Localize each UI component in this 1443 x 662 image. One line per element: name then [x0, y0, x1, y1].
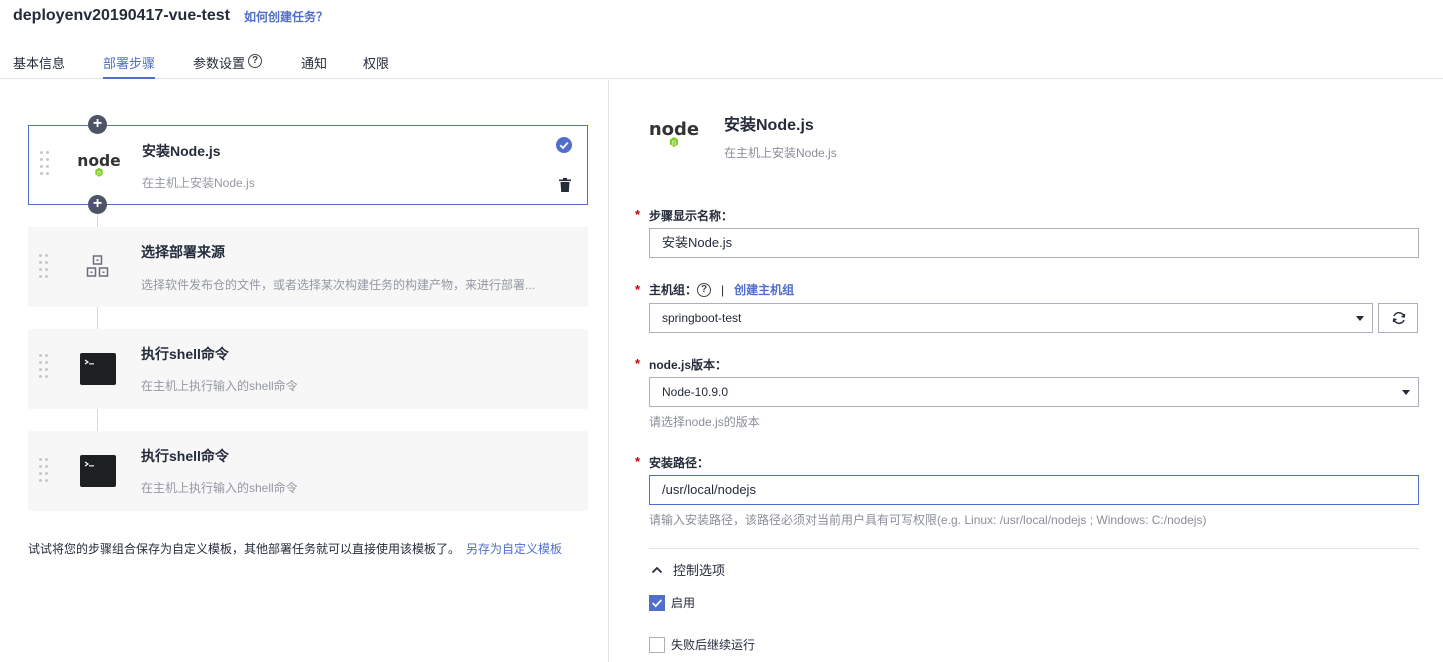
trash-icon[interactable]: [559, 178, 571, 192]
step-title: 选择部署来源: [141, 244, 225, 260]
terminal-icon: [80, 353, 116, 385]
control-options-toggle[interactable]: 控制选项: [651, 560, 725, 579]
control-options-label: 控制选项: [673, 563, 726, 578]
add-step-before-button[interactable]: +: [88, 115, 107, 134]
detail-desc: 在主机上安装Node.js: [724, 146, 837, 160]
host-group-label-row: 主机组： ? | 创建主机组: [649, 281, 794, 298]
tab-label: 权限: [363, 56, 390, 71]
tab-parameters[interactable]: 参数设置?: [193, 53, 263, 79]
tab-deploy-steps[interactable]: 部署步骤: [103, 53, 156, 79]
step-desc: 在主机上安装Node.js: [142, 176, 255, 190]
check-circle-icon: [556, 137, 572, 153]
svg-text:JS: JS: [671, 140, 677, 146]
step-desc: 在主机上执行输入的shell命令: [141, 481, 298, 495]
title-row: deployenv20190417-vue-test 如何创建任务？: [13, 6, 328, 26]
continue-on-fail-row[interactable]: 失败后继续运行: [649, 636, 755, 653]
step-card-select-source[interactable]: 选择部署来源 选择软件发布仓的文件，或者选择某次构建任务的构建产物，来进行部署.…: [28, 227, 588, 307]
install-path-input[interactable]: /usr/local/nodejs: [649, 475, 1419, 505]
node-version-value: Node-10.9.0: [662, 385, 729, 399]
nodejs-logo-text: node: [649, 119, 699, 140]
tab-notification[interactable]: 通知: [301, 53, 327, 79]
enable-checkbox-row[interactable]: 启用: [649, 594, 695, 611]
detail-title: 安装Node.js: [724, 117, 814, 134]
refresh-icon: [1392, 311, 1406, 325]
host-group-select[interactable]: springboot-test: [649, 303, 1373, 333]
tab-label: 通知: [301, 56, 328, 71]
tab-permissions[interactable]: 权限: [363, 53, 389, 79]
tab-basic-info[interactable]: 基本信息: [13, 53, 65, 79]
tab-bar: 基本信息 部署步骤 参数设置? 通知 权限: [0, 50, 1443, 79]
install-path-hint: 请输入安装路径，该路径必须对当前用户具有可写权限(e.g. Linux: /us…: [649, 513, 1207, 527]
drag-handle-icon[interactable]: [39, 354, 51, 384]
nodejs-logo-icon: node JS: [77, 152, 121, 177]
step-title: 安装Node.js: [142, 143, 221, 159]
template-tip-text: 试试将您的步骤组合保存为自定义模板，其他部署任务就可以直接使用该模板了。: [28, 542, 461, 556]
drag-handle-icon[interactable]: [39, 254, 51, 284]
right-panel-scrollbar[interactable]: [1438, 80, 1443, 662]
save-as-template-link[interactable]: 另存为自定义模板: [466, 542, 562, 556]
help-icon[interactable]: ?: [248, 54, 263, 68]
section-divider: [649, 548, 1419, 549]
chevron-up-icon: [651, 566, 663, 573]
display-name-input[interactable]: 安装Node.js: [649, 228, 1419, 258]
chevron-down-icon: [1356, 316, 1364, 321]
host-group-label: 主机组：: [649, 283, 698, 297]
check-icon: [652, 598, 663, 607]
help-icon[interactable]: ?: [697, 282, 712, 297]
required-mark: *: [635, 282, 641, 297]
refresh-host-group-button[interactable]: [1378, 303, 1418, 333]
drag-handle-icon[interactable]: [39, 458, 51, 488]
tab-label: 参数设置: [193, 56, 246, 71]
step-card-install-nodejs[interactable]: node JS 安装Node.js 在主机上安装Node.js: [28, 125, 588, 205]
step-connector: [97, 306, 98, 330]
continue-on-fail-label: 失败后继续运行: [671, 638, 756, 652]
template-tip: 试试将您的步骤组合保存为自定义模板，其他部署任务就可以直接使用该模板了。 另存为自…: [28, 540, 562, 557]
svg-text:node: node: [77, 152, 121, 170]
step-card-shell-2[interactable]: 执行shell命令 在主机上执行输入的shell命令: [28, 431, 588, 511]
how-to-create-task-link[interactable]: 如何创建任务？: [244, 8, 328, 25]
panel-divider: [608, 80, 609, 662]
step-desc: 在主机上执行输入的shell命令: [141, 379, 298, 393]
svg-text:JS: JS: [96, 170, 101, 176]
tab-label: 部署步骤: [103, 56, 156, 71]
enable-checkbox[interactable]: [649, 594, 665, 611]
step-title: 执行shell命令: [141, 346, 229, 362]
display-name-label: 步骤显示名称：: [649, 209, 734, 223]
terminal-icon: [80, 455, 116, 487]
drag-handle-icon[interactable]: [40, 151, 52, 181]
host-group-value: springboot-test: [662, 311, 742, 325]
required-mark: *: [635, 356, 641, 371]
nodejs-logo-icon: node JS: [649, 119, 699, 147]
install-path-label: 安装路径：: [649, 456, 710, 470]
node-version-select[interactable]: Node-10.9.0: [649, 377, 1419, 407]
chevron-down-icon: [1402, 390, 1410, 395]
node-version-hint: 请选择node.js的版本: [649, 415, 760, 429]
create-host-group-link[interactable]: 创建主机组: [734, 281, 794, 298]
node-version-label: node.js版本：: [649, 358, 728, 372]
add-step-after-button[interactable]: +: [88, 195, 107, 214]
tab-label: 基本信息: [13, 56, 66, 71]
package-icon: [86, 255, 109, 277]
step-card-shell-1[interactable]: 执行shell命令 在主机上执行输入的shell命令: [28, 329, 588, 409]
required-mark: *: [635, 207, 641, 222]
step-connector: [97, 408, 98, 432]
step-desc: 选择软件发布仓的文件，或者选择某次构建任务的构建产物，来进行部署...: [141, 278, 536, 292]
task-title: deployenv20190417-vue-test: [13, 7, 230, 24]
label-separator: |: [721, 282, 725, 297]
continue-on-fail-checkbox[interactable]: [649, 636, 665, 653]
step-title: 执行shell命令: [141, 448, 229, 464]
required-mark: *: [635, 454, 641, 469]
enable-label: 启用: [671, 596, 696, 610]
